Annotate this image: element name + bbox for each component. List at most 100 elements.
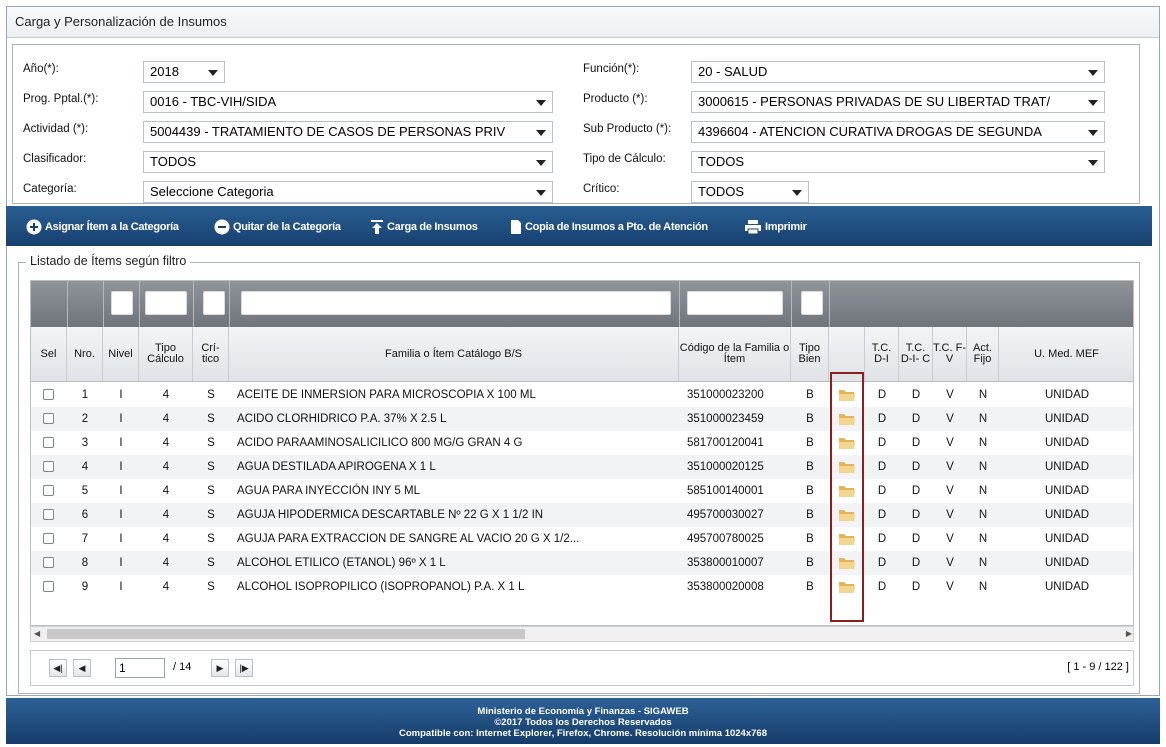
folder-icon[interactable] [838,556,856,573]
cell-act-fijo: N [978,581,988,593]
load-supplies-button[interactable]: Carga de Insumos [370,218,478,236]
row-checkbox[interactable] [43,581,54,592]
col-codigo[interactable]: Código de la Familia o Ítem [679,327,791,381]
table-row[interactable]: 1 I 4 S ACEITE DE INMERSION PARA MICROSCOPIA… [31,383,1133,407]
chevron-down-icon [1088,70,1098,76]
row-checkbox[interactable] [43,389,54,400]
table-row[interactable]: 4 I 4 S AGUA DESTILADA APIROGENA X 1 L 351000… [31,455,1133,479]
cell-codigo: 585100140001 [687,485,764,497]
next-page-button[interactable]: ▶ [211,659,229,677]
critico-select[interactable]: TODOS [691,181,809,203]
table-row[interactable]: 2 I 4 S ACIDO CLORHIDRICO P.A. 37% X 2.5 L 35… [31,407,1133,431]
cell-tc-fv: V [946,581,954,593]
row-checkbox[interactable] [43,509,54,520]
row-checkbox[interactable] [43,557,54,568]
folder-icon[interactable] [838,460,856,477]
tipo-bien-filter-input[interactable] [801,291,823,315]
col-umed[interactable]: U. Med. MEF [999,327,1133,381]
cell-codigo: 581700120041 [687,437,764,449]
cell-codigo: 351000020125 [687,461,764,473]
remove-from-category-button[interactable]: Quitar de la Categoría [214,218,341,236]
subproducto-label: Sub Producto (*): [583,123,672,135]
tipo-calculo-filter-input[interactable] [145,291,187,315]
categoria-label: Categoría: [23,183,77,195]
table-row[interactable]: 5 I 4 S AGUA PARA INYECCIÓN INY 5 ML 58510014… [31,479,1133,503]
categoria-select[interactable]: Seleccione Categoria [143,181,553,203]
cell-act-fijo: N [978,533,988,545]
page-number-input[interactable]: 1 [115,658,165,678]
cell-nro: 3 [81,437,89,449]
cell-nivel: I [119,485,123,497]
col-nivel[interactable]: Nivel [103,327,139,381]
cell-tc-fv: V [946,557,954,569]
row-checkbox[interactable] [43,437,54,448]
folder-icon[interactable] [838,580,856,597]
row-checkbox[interactable] [43,485,54,496]
scroll-right-icon[interactable]: ▶ [1126,629,1132,638]
assign-item-button[interactable]: Asignar Ítem a la Categoría [26,218,179,236]
cell-nro: 7 [81,533,89,545]
col-critico[interactable]: Crí- tico [193,327,229,381]
table-row[interactable]: 8 I 4 S ALCOHOL ETILICO (ETANOL) 96º X 1 L 35… [31,551,1133,575]
tipocalculo-value: TODOS [698,154,744,169]
funcion-select[interactable]: 20 - SALUD [691,61,1105,83]
table-row[interactable]: 7 I 4 S AGUJA PARA EXTRACCION DE SANGRE AL V… [31,527,1133,551]
scrollbar-thumb[interactable] [47,629,525,639]
first-page-button[interactable]: ◀| [49,659,67,677]
producto-select[interactable]: 3000615 - PERSONAS PRIVADAS DE SU LIBERT… [691,91,1105,113]
folder-icon[interactable] [838,484,856,501]
table-row[interactable]: 9 I 4 S ALCOHOL ISOPROPILICO (ISOPROPANOL) P… [31,575,1133,599]
cell-tc-fv: V [946,413,954,425]
col-tc-dic[interactable]: T.C. D-I- C [899,327,933,381]
footer-line2: ©2017 Todos los Derechos Reservados [494,717,672,728]
table-row[interactable]: 6 I 4 S AGUJA HIPODERMICA DESCARTABLE Nº 22 … [31,503,1133,527]
col-tc-fv[interactable]: T.C. F-V [933,327,967,381]
last-page-button[interactable]: |▶ [235,659,253,677]
cell-codigo: 353800020008 [687,581,764,593]
cell-tipo-calculo: 4 [162,437,170,449]
nivel-filter-input[interactable] [111,291,133,315]
col-sel[interactable]: Sel [31,327,67,381]
copy-supplies-button[interactable]: Copia de Insumos a Pto. de Atención [510,218,708,236]
cell-nivel: I [119,437,123,449]
cell-nro: 6 [81,509,89,521]
row-checkbox[interactable] [43,413,54,424]
cell-critico: S [207,581,215,593]
row-checkbox[interactable] [43,461,54,472]
folder-icon[interactable] [838,412,856,429]
horizontal-scrollbar[interactable]: ◀ ▶ [30,626,1134,642]
clasificador-select[interactable]: TODOS [143,151,553,173]
col-tc-di[interactable]: T.C. D-I [865,327,899,381]
prog-select[interactable]: 0016 - TBC-VIH/SIDA [143,91,553,113]
folder-icon[interactable] [838,388,856,405]
col-familia[interactable]: Familia o Ítem Catálogo B/S [229,327,679,381]
cell-tipo-bien: B [806,485,814,497]
anio-select[interactable]: 2018 [143,61,225,83]
cell-nro: 1 [81,389,89,401]
cell-tipo-bien: B [806,581,814,593]
subproducto-select[interactable]: 4396604 - ATENCION CURATIVA DROGAS DE SE… [691,121,1105,143]
tipocalculo-select[interactable]: TODOS [691,151,1105,173]
cell-tipo-bien: B [806,557,814,569]
table-row[interactable]: 3 I 4 S ACIDO PARAAMINOSALICILICO 800 MG/G G… [31,431,1133,455]
folder-icon[interactable] [838,508,856,525]
scroll-left-icon[interactable]: ◀ [34,629,40,638]
col-tipo-bien[interactable]: Tipo Bien [791,327,829,381]
col-nro[interactable]: Nro. [67,327,103,381]
codigo-filter-input[interactable] [687,291,783,315]
cell-tc-fv: V [946,389,954,401]
folder-icon[interactable] [838,532,856,549]
prev-page-button[interactable]: ◀ [73,659,91,677]
chevron-down-icon [536,100,546,106]
actividad-select[interactable]: 5004439 - TRATAMIENTO DE CASOS DE PERSON… [143,121,553,143]
col-act-fijo[interactable]: Act. Fijo [967,327,999,381]
copy-supplies-label: Copia de Insumos a Pto. de Atención [525,221,708,233]
col-tipo-calculo[interactable]: Tipo Cálculo [139,327,193,381]
row-checkbox[interactable] [43,533,54,544]
cell-tc-dic: D [911,461,921,473]
familia-filter-input[interactable] [241,291,671,315]
chevron-down-icon [208,70,218,76]
critico-filter-input[interactable] [203,291,225,315]
folder-icon[interactable] [838,436,856,453]
print-button[interactable]: Imprimir [744,218,807,236]
